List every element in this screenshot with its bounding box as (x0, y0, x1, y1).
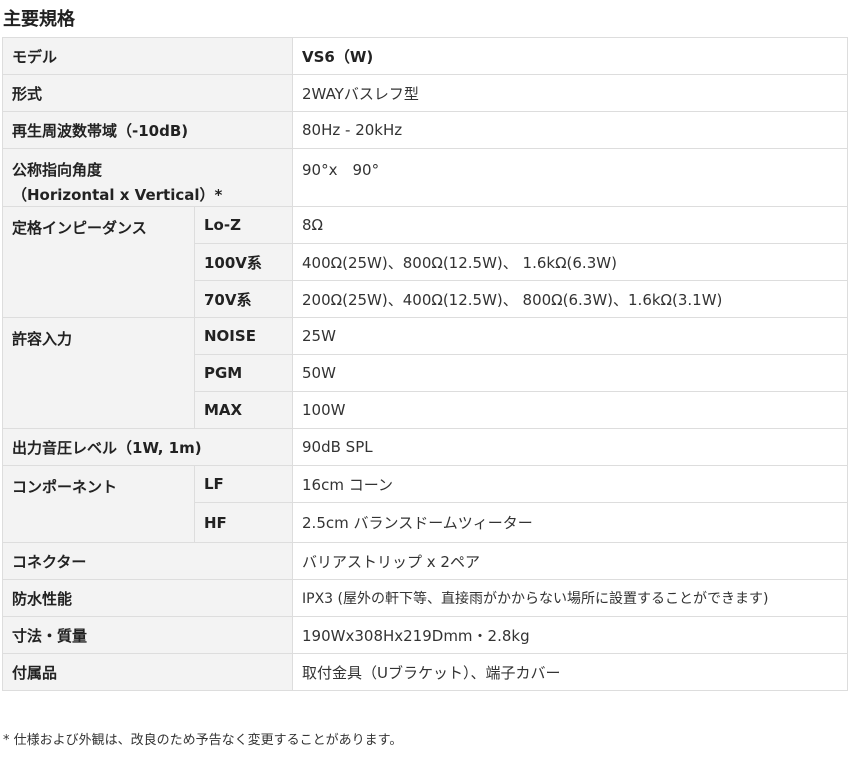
spec-label-line: 公称指向角度 (12, 161, 103, 179)
spec-value: 90dB SPL (292, 428, 849, 466)
spec-value: 2.5cm バランスドームツィーター (292, 502, 849, 543)
spec-sublabel: PGM (193, 354, 294, 392)
spec-sublabel: LF (193, 465, 294, 503)
spec-label: コネクター (1, 542, 294, 580)
table-row: 防水性能 IPX3 (屋外の軒下等、直接雨がかからない場所に設置することができま… (1, 579, 849, 617)
spec-value: 取付金具（Uブラケット）、端子カバー (292, 653, 849, 691)
spec-value: 190Wx308Hx219Dmm・2.8kg (292, 616, 849, 654)
spec-label: モデル (1, 37, 294, 75)
spec-value: 16cm コーン (292, 465, 849, 503)
table-row: 再生周波数帯域（-10dB) 80Hz - 20kHz (1, 111, 849, 149)
table-row: コンポーネント LF 16cm コーン (2, 465, 849, 543)
spec-value: 8Ω (292, 206, 849, 244)
spec-label: 定格インピーダンス (2, 206, 195, 318)
spec-value: 80Hz - 20kHz (292, 111, 849, 149)
spec-label: 公称指向角度 （Horizontal x Vertical）* (1, 148, 294, 207)
spec-sublabel: HF (193, 502, 294, 543)
spec-label: 付属品 (1, 653, 294, 691)
spec-label: コンポーネント (2, 465, 195, 543)
table-row: コネクター バリアストリップ x 2ペア (1, 542, 849, 580)
spec-sublabel: MAX (193, 391, 294, 429)
table-row: 許容入力 NOISE 25W (2, 317, 849, 429)
spec-label: 寸法・質量 (1, 616, 294, 654)
spec-value: 400Ω(25W)、800Ω(12.5W)、 1.6kΩ(6.3W) (292, 243, 849, 281)
spec-label: 許容入力 (2, 317, 195, 429)
spec-value: 25W (292, 317, 849, 355)
spec-value: 100W (292, 391, 849, 429)
section-heading: 主要規格 (3, 9, 75, 30)
spec-table: モデル VS6（W) 形式 2WAYバスレフ型 再生周波数帯域（-10dB) 8… (1, 37, 849, 691)
spec-value: VS6（W) (292, 37, 849, 75)
spec-value: 90°x 90° (292, 148, 849, 207)
table-row: 定格インピーダンス Lo-Z 8Ω (2, 206, 849, 318)
table-row: 形式 2WAYバスレフ型 (1, 74, 849, 112)
spec-value: IPX3 (屋外の軒下等、直接雨がかからない場所に設置することができます) (292, 579, 849, 617)
table-row: モデル VS6（W) (1, 37, 849, 75)
spec-label: 形式 (1, 74, 294, 112)
spec-value: バリアストリップ x 2ペア (292, 542, 849, 580)
table-row: 公称指向角度 （Horizontal x Vertical）* 90°x 90° (1, 148, 849, 207)
spec-sublabel: 100V系 (193, 243, 294, 281)
table-row: 出力音圧レベル（1W, 1m) 90dB SPL (1, 428, 849, 466)
table-row: 付属品 取付金具（Uブラケット）、端子カバー (1, 653, 849, 691)
spec-value: 200Ω(25W)、400Ω(12.5W)、 800Ω(6.3W)、1.6kΩ(… (292, 280, 849, 318)
spec-label-line: （Horizontal x Vertical）* (12, 186, 223, 204)
spec-label: 防水性能 (1, 579, 294, 617)
spec-sublabel: Lo-Z (193, 206, 294, 244)
spec-label: 出力音圧レベル（1W, 1m) (1, 428, 294, 466)
spec-sublabel: 70V系 (193, 280, 294, 318)
spec-value: 50W (292, 354, 849, 392)
footnote: * 仕様および外観は、改良のため予告なく変更することがあります。 (3, 733, 403, 748)
spec-sublabel: NOISE (193, 317, 294, 355)
spec-value: 2WAYバスレフ型 (292, 74, 849, 112)
spec-label: 再生周波数帯域（-10dB) (1, 111, 294, 149)
table-row: 寸法・質量 190Wx308Hx219Dmm・2.8kg (1, 616, 849, 654)
